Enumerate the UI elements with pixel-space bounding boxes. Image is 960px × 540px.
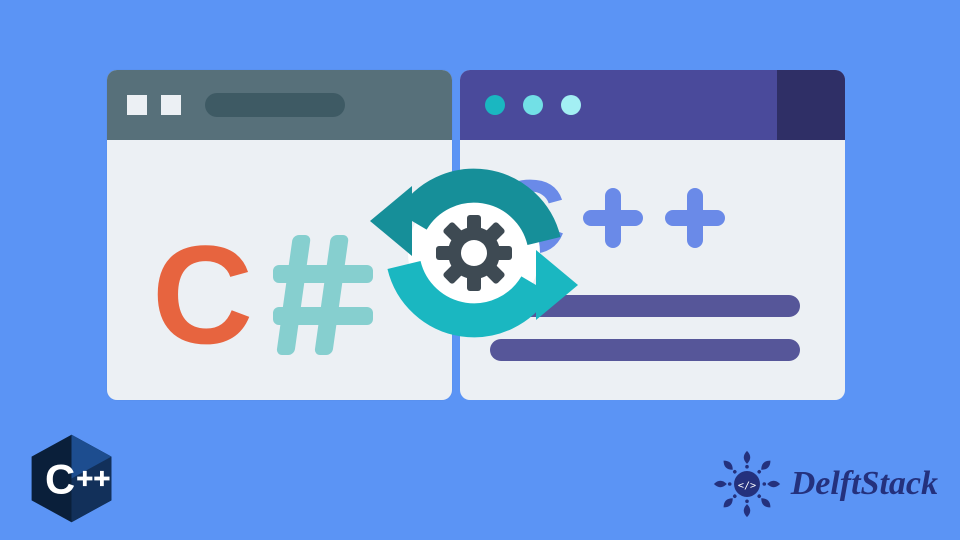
address-bar-icon [205, 93, 345, 117]
titlebar-accent [777, 70, 845, 140]
cpp-language-badge-icon: C [24, 431, 119, 526]
brand-mark-icon: </> [711, 448, 783, 520]
dot-icon [523, 95, 543, 115]
csharp-label: C [152, 225, 373, 365]
badge-letter: C [45, 456, 75, 503]
brand-name: DelftStack [791, 465, 938, 503]
window-cpp-titlebar [460, 70, 845, 140]
dot-icon [485, 95, 505, 115]
window-control-icon [161, 95, 181, 115]
convert-cycle-icon [364, 145, 584, 365]
window-control-icon [127, 95, 147, 115]
window-csharp-titlebar [107, 70, 452, 140]
csharp-letter: C [152, 225, 253, 365]
brand-logo: </> DelftStack [711, 448, 938, 520]
window-dots [460, 95, 581, 115]
hash-icon [273, 235, 373, 355]
plus-icon [660, 183, 730, 253]
plus-icon [578, 183, 648, 253]
illustration-canvas: C C [0, 0, 960, 540]
brand-mark-glyph: </> [738, 480, 756, 491]
dot-icon [561, 95, 581, 115]
